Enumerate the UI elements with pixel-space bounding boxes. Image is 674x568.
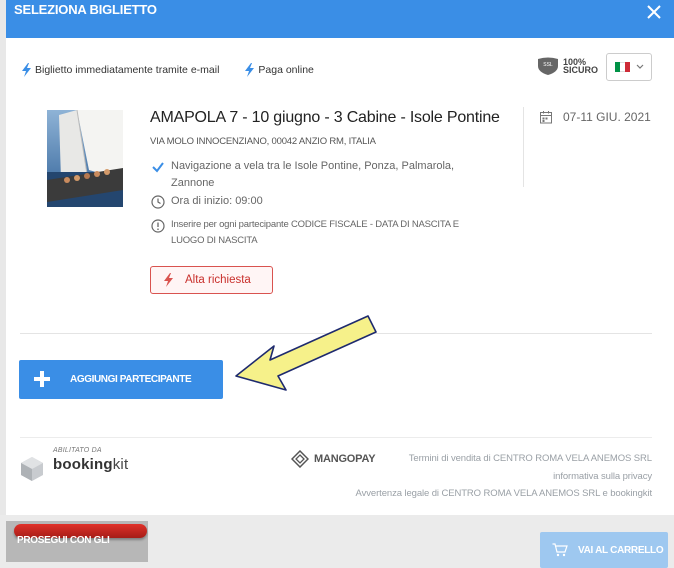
bookingkit-logo[interactable]: ABILITATO DA bookingkit — [20, 447, 140, 483]
plus-icon — [34, 371, 50, 387]
mangopay-logo: MANGOPAY — [291, 450, 376, 468]
modal-title: SELEZIONA BIGLIETTO — [14, 2, 157, 17]
lightning-icon — [22, 63, 31, 77]
annotation-arrow — [235, 315, 377, 391]
terms-link[interactable]: Termini di vendita di CENTRO ROMA VELA A… — [409, 453, 652, 464]
footer-divider — [20, 437, 652, 438]
event-title: AMAPOLA 7 - 10 giugno - 3 Cabine - Isole… — [150, 109, 500, 126]
secure-label: 100% SICURO — [563, 57, 599, 75]
vertical-divider — [523, 107, 524, 187]
modal-header: SELEZIONA BIGLIETTO — [6, 0, 674, 38]
italy-flag-icon — [614, 62, 631, 72]
event-thumbnail — [47, 110, 123, 207]
go-to-cart-button[interactable]: VAI AL CARRELLO — [540, 532, 668, 568]
feature-label: Biglietto immediatamente tramite e-mail — [35, 64, 220, 76]
route-line: Navigazione a vela tra le Isole Pontine,… — [171, 160, 455, 172]
lightning-icon — [245, 63, 255, 77]
bookingkit-icon — [21, 457, 43, 481]
checkmark-icon — [152, 162, 164, 173]
ssl-secure-badge: SSL 100% SICURO — [537, 57, 598, 75]
feature-email-ticket: Biglietto immediatamente tramite e-mail — [22, 63, 219, 77]
event-notice: Inserire per ogni partecipante CODICE FI… — [151, 217, 459, 249]
cart-icon — [552, 543, 568, 557]
bookingkit-wordmark: bookingkit — [53, 456, 129, 473]
close-icon[interactable] — [644, 2, 664, 22]
lightning-icon — [164, 273, 173, 287]
feature-pay-online: Paga online — [245, 63, 314, 77]
event-route: Navigazione a vela tra le Isole Pontine,… — [151, 158, 454, 192]
svg-text:SSL: SSL — [543, 62, 553, 68]
chevron-down-icon — [636, 64, 643, 69]
high-demand-badge: Alta richiesta — [150, 266, 273, 294]
legal-notice-link[interactable]: Avvertenza legale di CENTRO ROMA VELA AN… — [356, 488, 653, 499]
clock-icon — [151, 195, 165, 209]
shield-icon: SSL — [538, 57, 558, 75]
calendar-icon — [540, 111, 552, 124]
feature-list: Biglietto immediatamente tramite e-mail … — [22, 60, 340, 80]
add-participant-button[interactable]: AGGIUNGI PARTECIPANTE — [19, 360, 223, 399]
feature-label: Paga online — [258, 64, 314, 76]
mangopay-icon — [291, 450, 309, 468]
info-icon — [151, 219, 165, 233]
continue-button-label[interactable]: PROSEGUI CON GLI — [17, 535, 110, 546]
language-selector[interactable] — [606, 53, 652, 81]
route-line: Zannone — [171, 177, 215, 189]
event-start-time: Ora di inizio: 09:00 — [151, 193, 263, 210]
event-date: 07-11 GIU. 2021 — [539, 110, 651, 124]
privacy-link[interactable]: informativa sulla privacy — [553, 471, 652, 482]
event-address: VIA MOLO INNOCENZIANO, 00042 ANZIO RM, I… — [150, 136, 376, 147]
